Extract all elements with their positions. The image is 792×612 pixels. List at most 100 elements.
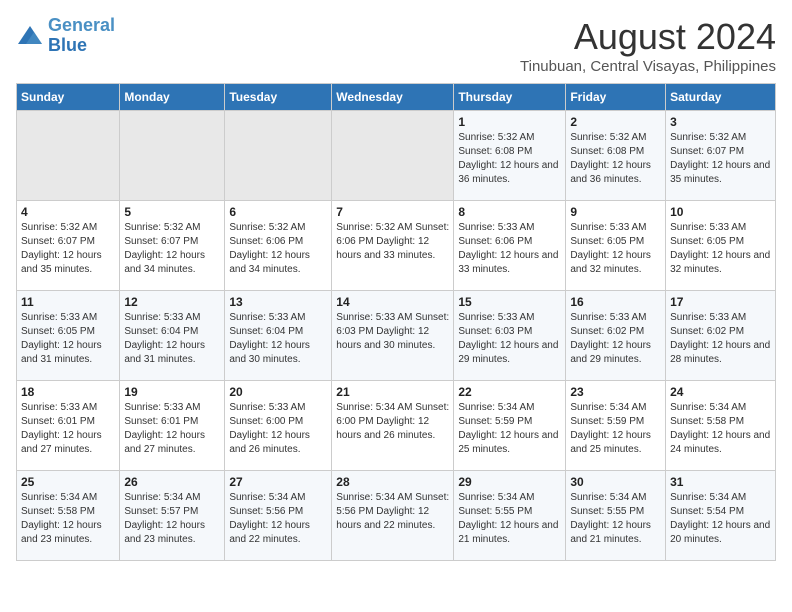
day-detail: Sunrise: 5:33 AM Sunset: 6:04 PM Dayligh… bbox=[124, 311, 220, 367]
day-detail: Sunrise: 5:34 AM Sunset: 5:55 PM Dayligh… bbox=[570, 491, 661, 547]
day-cell: 18 Sunrise: 5:33 AM Sunset: 6:01 PM Dayli… bbox=[17, 381, 120, 471]
day-cell: 12Sunrise: 5:33 AM Sunset: 6:04 PM Dayli… bbox=[120, 291, 225, 381]
day-detail: Sunrise: 5:34 AM Sunset: 5:55 PM Dayligh… bbox=[458, 491, 561, 547]
day-detail: Sunrise: 5:32 AM Sunset: 6:08 PM Dayligh… bbox=[570, 131, 661, 187]
logo-text: General Blue bbox=[48, 16, 115, 56]
day-detail: Sunrise: 5:33 AM Sunset: 6:05 PM Dayligh… bbox=[570, 221, 661, 277]
day-cell: 3 Sunrise: 5:32 AM Sunset: 6:07 PM Daylig… bbox=[666, 111, 776, 201]
day-cell: 4 Sunrise: 5:32 AM Sunset: 6:07 PM Daylig… bbox=[17, 201, 120, 291]
page-header: General Blue August 2024 Tinubuan, Centr… bbox=[16, 16, 776, 75]
day-number: 25 bbox=[21, 475, 115, 489]
day-detail: Sunrise: 5:33 AM Sunset: 6:00 PM Dayligh… bbox=[229, 401, 327, 457]
day-number: 19 bbox=[124, 385, 220, 399]
day-detail: Sunrise: 5:32 AM Sunset: 6:07 PM Dayligh… bbox=[21, 221, 115, 277]
day-detail: Sunrise: 5:32 AM Sunset: 6:06 PM Dayligh… bbox=[336, 221, 449, 263]
day-detail: Sunrise: 5:34 AM Sunset: 5:58 PM Dayligh… bbox=[670, 401, 771, 457]
day-number: 17 bbox=[670, 295, 771, 309]
day-cell: 19 Sunrise: 5:33 AM Sunset: 6:01 PM Dayli… bbox=[120, 381, 225, 471]
day-cell: 7 Sunrise: 5:32 AM Sunset: 6:06 PM Daylig… bbox=[332, 201, 454, 291]
day-cell bbox=[17, 111, 120, 201]
title-block: August 2024 Tinubuan, Central Visayas, P… bbox=[520, 16, 776, 75]
day-cell: 31 Sunrise: 5:34 AM Sunset: 5:54 PM Dayli… bbox=[666, 471, 776, 561]
day-cell: 17Sunrise: 5:33 AM Sunset: 6:02 PM Dayli… bbox=[666, 291, 776, 381]
day-cell: 24 Sunrise: 5:34 AM Sunset: 5:58 PM Dayli… bbox=[666, 381, 776, 471]
day-detail: Sunrise: 5:34 AM Sunset: 5:59 PM Dayligh… bbox=[570, 401, 661, 457]
day-detail: Sunrise: 5:32 AM Sunset: 6:07 PM Dayligh… bbox=[670, 131, 771, 187]
day-detail: Sunrise: 5:32 AM Sunset: 6:07 PM Dayligh… bbox=[124, 221, 220, 277]
day-detail: Sunrise: 5:33 AM Sunset: 6:02 PM Dayligh… bbox=[570, 311, 661, 367]
day-cell bbox=[120, 111, 225, 201]
day-number: 4 bbox=[21, 205, 115, 219]
col-header-thursday: Thursday bbox=[454, 84, 566, 111]
day-number: 23 bbox=[570, 385, 661, 399]
day-detail: Sunrise: 5:34 AM Sunset: 6:00 PM Dayligh… bbox=[336, 401, 449, 443]
day-number: 16 bbox=[570, 295, 661, 309]
day-detail: Sunrise: 5:34 AM Sunset: 5:57 PM Dayligh… bbox=[124, 491, 220, 547]
day-number: 13 bbox=[229, 295, 327, 309]
day-detail: Sunrise: 5:32 AM Sunset: 6:08 PM Dayligh… bbox=[458, 131, 561, 187]
day-cell: 30 Sunrise: 5:34 AM Sunset: 5:55 PM Dayli… bbox=[566, 471, 666, 561]
col-header-friday: Friday bbox=[566, 84, 666, 111]
day-number: 10 bbox=[670, 205, 771, 219]
week-row-2: 11Sunrise: 5:33 AM Sunset: 6:05 PM Dayli… bbox=[17, 291, 776, 381]
day-number: 27 bbox=[229, 475, 327, 489]
day-number: 21 bbox=[336, 385, 449, 399]
week-row-3: 18 Sunrise: 5:33 AM Sunset: 6:01 PM Dayli… bbox=[17, 381, 776, 471]
week-row-1: 4 Sunrise: 5:32 AM Sunset: 6:07 PM Daylig… bbox=[17, 201, 776, 291]
col-header-monday: Monday bbox=[120, 84, 225, 111]
day-cell bbox=[225, 111, 332, 201]
day-number: 14 bbox=[336, 295, 449, 309]
day-cell: 10Sunrise: 5:33 AM Sunset: 6:05 PM Dayli… bbox=[666, 201, 776, 291]
logo: General Blue bbox=[16, 16, 115, 56]
day-cell: 25Sunrise: 5:34 AM Sunset: 5:58 PM Dayli… bbox=[17, 471, 120, 561]
week-row-0: 1 Sunrise: 5:32 AM Sunset: 6:08 PM Daylig… bbox=[17, 111, 776, 201]
day-number: 8 bbox=[458, 205, 561, 219]
day-detail: Sunrise: 5:34 AM Sunset: 5:59 PM Dayligh… bbox=[458, 401, 561, 457]
day-cell: 9 Sunrise: 5:33 AM Sunset: 6:05 PM Daylig… bbox=[566, 201, 666, 291]
day-detail: Sunrise: 5:33 AM Sunset: 6:01 PM Dayligh… bbox=[124, 401, 220, 457]
day-cell: 20 Sunrise: 5:33 AM Sunset: 6:00 PM Dayli… bbox=[225, 381, 332, 471]
day-number: 31 bbox=[670, 475, 771, 489]
col-header-tuesday: Tuesday bbox=[225, 84, 332, 111]
main-title: August 2024 bbox=[520, 16, 776, 58]
day-detail: Sunrise: 5:33 AM Sunset: 6:03 PM Dayligh… bbox=[458, 311, 561, 367]
day-cell: 5Sunrise: 5:32 AM Sunset: 6:07 PM Daylig… bbox=[120, 201, 225, 291]
day-number: 9 bbox=[570, 205, 661, 219]
calendar-table: SundayMondayTuesdayWednesdayThursdayFrid… bbox=[16, 83, 776, 561]
day-cell: 23 Sunrise: 5:34 AM Sunset: 5:59 PM Dayli… bbox=[566, 381, 666, 471]
col-header-wednesday: Wednesday bbox=[332, 84, 454, 111]
day-cell bbox=[332, 111, 454, 201]
week-row-4: 25Sunrise: 5:34 AM Sunset: 5:58 PM Dayli… bbox=[17, 471, 776, 561]
day-cell: 27 Sunrise: 5:34 AM Sunset: 5:56 PM Dayli… bbox=[225, 471, 332, 561]
day-number: 15 bbox=[458, 295, 561, 309]
day-cell: 13 Sunrise: 5:33 AM Sunset: 6:04 PM Dayli… bbox=[225, 291, 332, 381]
calendar-header-row: SundayMondayTuesdayWednesdayThursdayFrid… bbox=[17, 84, 776, 111]
day-number: 26 bbox=[124, 475, 220, 489]
day-detail: Sunrise: 5:33 AM Sunset: 6:01 PM Dayligh… bbox=[21, 401, 115, 457]
day-detail: Sunrise: 5:34 AM Sunset: 5:56 PM Dayligh… bbox=[229, 491, 327, 547]
day-number: 20 bbox=[229, 385, 327, 399]
day-cell: 11Sunrise: 5:33 AM Sunset: 6:05 PM Dayli… bbox=[17, 291, 120, 381]
day-number: 22 bbox=[458, 385, 561, 399]
day-number: 30 bbox=[570, 475, 661, 489]
day-number: 18 bbox=[21, 385, 115, 399]
day-detail: Sunrise: 5:34 AM Sunset: 5:54 PM Dayligh… bbox=[670, 491, 771, 547]
day-number: 11 bbox=[21, 295, 115, 309]
day-cell: 1 Sunrise: 5:32 AM Sunset: 6:08 PM Daylig… bbox=[454, 111, 566, 201]
day-detail: Sunrise: 5:32 AM Sunset: 6:06 PM Dayligh… bbox=[229, 221, 327, 277]
day-number: 1 bbox=[458, 115, 561, 129]
day-number: 7 bbox=[336, 205, 449, 219]
day-cell: 14 Sunrise: 5:33 AM Sunset: 6:03 PM Dayli… bbox=[332, 291, 454, 381]
logo-icon bbox=[16, 24, 44, 48]
day-detail: Sunrise: 5:34 AM Sunset: 5:56 PM Dayligh… bbox=[336, 491, 449, 533]
day-cell: 15 Sunrise: 5:33 AM Sunset: 6:03 PM Dayli… bbox=[454, 291, 566, 381]
day-cell: 22 Sunrise: 5:34 AM Sunset: 5:59 PM Dayli… bbox=[454, 381, 566, 471]
day-cell: 2Sunrise: 5:32 AM Sunset: 6:08 PM Daylig… bbox=[566, 111, 666, 201]
day-detail: Sunrise: 5:33 AM Sunset: 6:04 PM Dayligh… bbox=[229, 311, 327, 367]
subtitle: Tinubuan, Central Visayas, Philippines bbox=[520, 58, 776, 75]
day-number: 3 bbox=[670, 115, 771, 129]
day-number: 24 bbox=[670, 385, 771, 399]
day-detail: Sunrise: 5:33 AM Sunset: 6:03 PM Dayligh… bbox=[336, 311, 449, 353]
day-cell: 28Sunrise: 5:34 AM Sunset: 5:56 PM Dayli… bbox=[332, 471, 454, 561]
day-cell: 29Sunrise: 5:34 AM Sunset: 5:55 PM Dayli… bbox=[454, 471, 566, 561]
